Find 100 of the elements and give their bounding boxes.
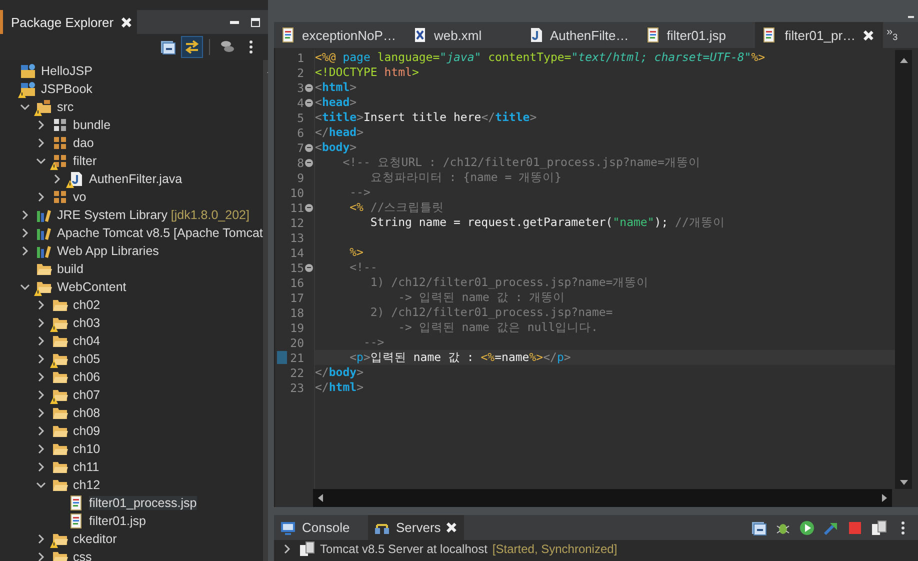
tree-item[interactable]: ch04 <box>0 332 263 350</box>
expanded-chevron-icon[interactable] <box>36 156 46 166</box>
tree-item[interactable]: JRE System Library [jdk1.8.0_202] <box>0 206 263 224</box>
collapsed-chevron-icon[interactable] <box>36 534 46 544</box>
collapse-all-icon <box>751 520 767 536</box>
maximize-icon[interactable] <box>251 18 260 26</box>
tree-item[interactable]: Apache Tomcat v8.5 [Apache Tomcat <box>0 224 263 242</box>
tree-item[interactable]: ch11 <box>0 458 263 476</box>
tree-item[interactable]: ch05 <box>0 350 263 368</box>
two-way-arrows-button[interactable] <box>181 36 203 58</box>
code-line: </body> <box>315 365 364 380</box>
collapsed-chevron-icon[interactable] <box>36 318 46 328</box>
code-line: 2) /ch12/filter01_process.jsp?name= <box>369 305 613 320</box>
collapsed-chevron-icon[interactable] <box>20 228 30 238</box>
collapsed-chevron-icon[interactable] <box>36 444 46 454</box>
view-tab[interactable]: Package Explorer <box>0 10 137 34</box>
collapsed-chevron-icon[interactable] <box>36 408 46 418</box>
collapsed-chevron-icon[interactable] <box>52 174 62 184</box>
collapsed-chevron-icon[interactable] <box>36 462 46 472</box>
fold-toggle-icon[interactable] <box>305 144 313 152</box>
tree-item[interactable]: ch07 <box>0 386 263 404</box>
tree-item[interactable]: ch02 <box>0 296 263 314</box>
tree-item[interactable]: JSPBook <box>0 80 263 98</box>
tree-item[interactable]: ch09 <box>0 422 263 440</box>
collapsed-chevron-icon[interactable] <box>36 552 46 561</box>
collapsed-chevron-icon[interactable] <box>36 336 46 346</box>
tree-item[interactable]: bundle <box>0 116 263 134</box>
editor-tab[interactable]: exceptionNoP… <box>274 22 406 48</box>
folder-icon <box>52 297 68 313</box>
line-number: 22 <box>290 366 305 380</box>
view-tab[interactable]: Console <box>274 515 368 540</box>
collapsed-chevron-icon[interactable] <box>36 300 46 310</box>
collapsed-chevron-icon[interactable] <box>36 120 46 130</box>
collapsed-chevron-icon[interactable] <box>36 354 46 364</box>
tree-item[interactable]: build <box>0 260 263 278</box>
close-icon[interactable] <box>122 18 131 26</box>
fold-toggle-icon[interactable] <box>305 84 313 92</box>
tree-item[interactable]: dao <box>0 134 263 152</box>
expanded-chevron-icon[interactable] <box>20 102 30 112</box>
code-line: </head> <box>315 125 364 140</box>
fold-toggle-icon[interactable] <box>305 158 313 166</box>
tree-item[interactable]: WebContent <box>0 278 263 296</box>
more-tabs-button[interactable]: »$_{3}$ <box>882 22 902 48</box>
menu-icon <box>249 40 253 54</box>
scroll-right-icon[interactable] <box>882 494 887 502</box>
fold-toggle-icon[interactable] <box>305 264 313 272</box>
tree-item[interactable]: css <box>0 548 263 561</box>
tree-item[interactable]: filter01.jsp <box>0 512 263 530</box>
line-number: 18 <box>290 306 305 320</box>
editor-tab[interactable]: filter01.jsp <box>638 22 755 48</box>
tree-item[interactable]: ckeditor <box>0 530 263 548</box>
collapsed-chevron-icon[interactable] <box>36 192 46 202</box>
folder-icon <box>52 405 68 421</box>
line-number: 7 <box>297 140 305 154</box>
tree-item[interactable]: filter <box>0 152 263 170</box>
tree-item[interactable]: ch10 <box>0 440 263 458</box>
monitor-icon <box>280 520 296 536</box>
collapsed-chevron-icon[interactable] <box>20 246 30 256</box>
editor-tab[interactable]: web.xml <box>406 22 522 48</box>
collapsed-chevron-icon[interactable] <box>36 138 46 148</box>
tree-item[interactable]: ch03 <box>0 314 263 332</box>
scroll-up-icon[interactable] <box>900 58 908 63</box>
tree-item[interactable]: Web App Libraries <box>0 242 263 260</box>
fold-toggle-icon[interactable] <box>305 204 313 212</box>
fold-toggle-icon[interactable] <box>305 98 313 106</box>
expanded-chevron-icon[interactable] <box>20 282 30 292</box>
tree-item[interactable]: filter01_process.jsp <box>0 494 263 512</box>
close-icon[interactable] <box>446 523 456 532</box>
tree-item[interactable]: src <box>0 98 263 116</box>
tree-item[interactable]: AuthenFilter.java <box>0 170 263 188</box>
code-line: --> <box>362 335 384 350</box>
play-button[interactable] <box>798 518 816 536</box>
code-line: <!DOCTYPE html> <box>315 65 419 80</box>
scroll-left-icon[interactable] <box>318 494 323 502</box>
folder-icon <box>52 423 68 439</box>
tree-item[interactable]: ch12 <box>0 476 263 494</box>
editor-tab[interactable]: filter01_pr… <box>754 22 883 48</box>
line-number: 23 <box>290 380 305 394</box>
tree-item[interactable]: ch06 <box>0 368 263 386</box>
horizontal-scrollbar[interactable] <box>313 489 892 507</box>
collapsed-chevron-icon[interactable] <box>36 372 46 382</box>
collapsed-chevron-icon[interactable] <box>36 390 46 400</box>
tree-item[interactable]: HelloJSP <box>0 62 263 80</box>
collapsed-chevron-icon[interactable] <box>36 426 46 436</box>
vertical-scrollbar[interactable] <box>895 50 912 489</box>
line-number: 17 <box>290 290 305 304</box>
line-number: 2 <box>297 66 305 80</box>
scroll-down-icon[interactable] <box>900 480 908 485</box>
collapsed-chevron-icon[interactable] <box>282 544 292 554</box>
server-item[interactable]: Tomcat v8.5 Server at localhost <box>320 542 488 556</box>
code-line: <body> <box>315 140 357 155</box>
editor-tab[interactable]: AuthenFilte… <box>522 22 639 48</box>
tree-item[interactable]: vo <box>0 188 263 206</box>
expanded-chevron-icon[interactable] <box>36 480 46 490</box>
collapsed-chevron-icon[interactable] <box>20 210 30 220</box>
tree-item[interactable]: ch08 <box>0 404 263 422</box>
view-tab[interactable]: Servers <box>368 515 464 540</box>
books-icon <box>36 207 52 223</box>
close-icon[interactable] <box>864 30 873 40</box>
minimize-icon[interactable] <box>230 20 239 24</box>
